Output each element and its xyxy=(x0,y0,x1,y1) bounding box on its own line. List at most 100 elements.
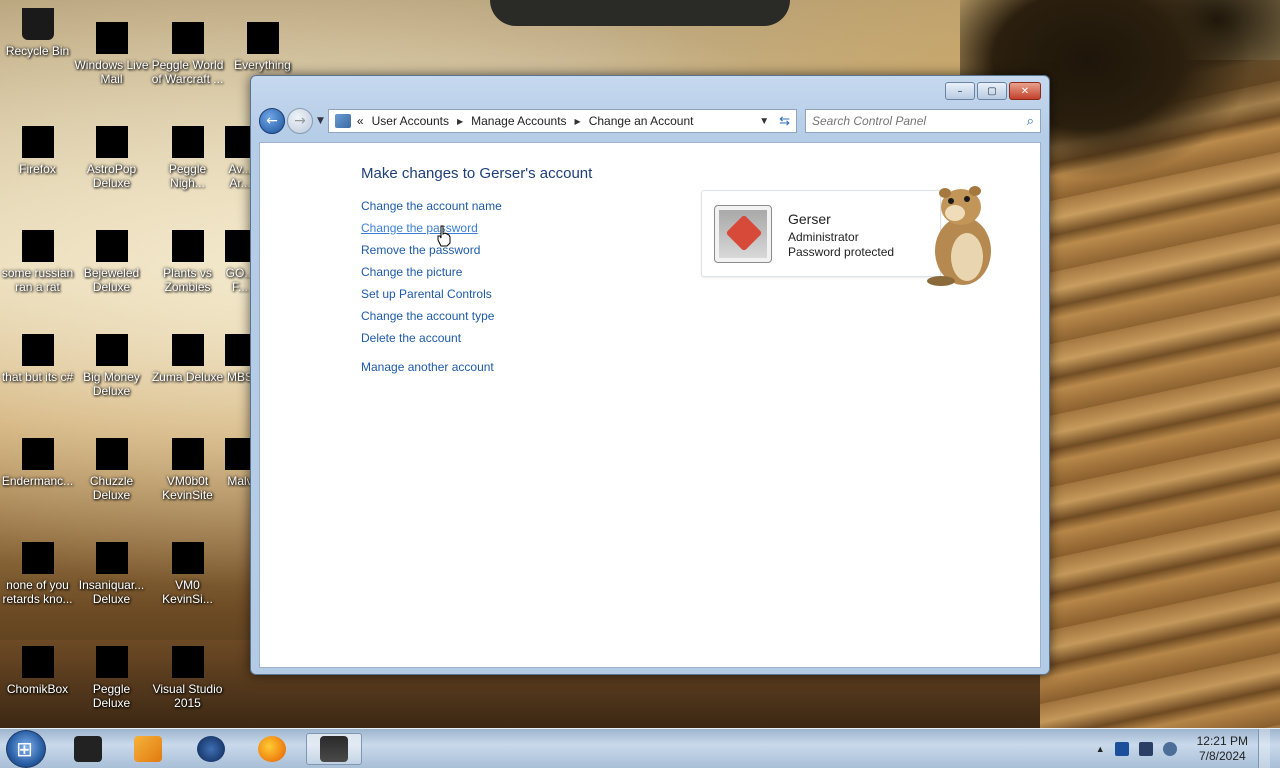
tray-expand-icon[interactable]: ▲ xyxy=(1096,744,1105,754)
content-pane: Make changes to Gerser's account Change … xyxy=(259,142,1041,668)
globe-icon xyxy=(197,736,225,762)
desktop-icon-label: Recycle Bin xyxy=(5,44,70,58)
link-change-picture[interactable]: Change the picture xyxy=(361,264,502,286)
desktop-icon-peggle-nights[interactable]: Peggle Nigh... xyxy=(150,126,225,190)
back-button[interactable]: ← xyxy=(259,108,285,134)
desktop-icon-label: Plants vs Zombies xyxy=(163,266,212,294)
minimize-button[interactable]: – xyxy=(945,82,975,100)
breadcrumb-overflow[interactable]: « xyxy=(357,114,364,128)
taskbar-item-media-player[interactable] xyxy=(120,733,176,765)
desktop-icon-visual-studio[interactable]: Visual Studio 2015 xyxy=(150,646,225,710)
search-app-icon xyxy=(246,22,279,54)
clock-time: 12:21 PM xyxy=(1196,734,1248,748)
breadcrumb-manage-accounts[interactable]: Manage Accounts xyxy=(471,114,566,128)
desktop-icon-big-money[interactable]: Big Money Deluxe xyxy=(74,334,149,398)
taskbar-item-firefox[interactable] xyxy=(244,733,300,765)
desktop-icon-chuzzle[interactable]: Chuzzle Deluxe xyxy=(74,438,149,502)
control-panel-icon xyxy=(334,114,351,128)
account-status: Password protected xyxy=(788,245,895,259)
desktop-icon-label: VM0b0t KevinSite xyxy=(162,474,213,502)
desktop-icon-label: Peggle World of Warcraft ... xyxy=(151,58,224,86)
desktop-icon-russian-rat[interactable]: some russian ran a rat xyxy=(0,230,75,294)
desktop-icon-plants-vs-zombies[interactable]: Plants vs Zombies xyxy=(150,230,225,294)
desktop-icon-firefox[interactable]: Firefox xyxy=(0,126,75,176)
search-input[interactable] xyxy=(812,114,1027,128)
navigation-bar: ← → ▼ « User Accounts ▶ Manage Accounts … xyxy=(259,106,1041,136)
desktop-icon-astropop[interactable]: AstroPop Deluxe xyxy=(74,126,149,190)
desktop-icon-label: Firefox xyxy=(19,162,56,176)
origami-crane-icon xyxy=(719,210,767,258)
desktop-icon-that-but-csharp[interactable]: that but its c# xyxy=(0,334,75,384)
address-dropdown-icon[interactable]: ▼ xyxy=(759,116,769,127)
game-icon xyxy=(171,126,204,158)
firefox-icon xyxy=(21,126,54,158)
clock-date: 7/8/2024 xyxy=(1198,749,1246,763)
desktop-icon-label: Windows Live Mail xyxy=(74,58,149,86)
search-box[interactable]: ⌕ xyxy=(805,109,1041,133)
breadcrumb-separator-icon[interactable]: ▶ xyxy=(575,117,581,126)
file-icon xyxy=(21,542,54,574)
recent-pages-dropdown[interactable]: ▼ xyxy=(317,116,324,126)
close-button[interactable]: ✕ xyxy=(1009,82,1041,100)
taskbar: ▲ 12:21 PM 7/8/2024 xyxy=(0,728,1280,768)
link-change-account-name[interactable]: Change the account name xyxy=(361,198,502,220)
system-tray: ▲ 12:21 PM 7/8/2024 xyxy=(1096,729,1270,768)
network-icon[interactable] xyxy=(1138,742,1153,756)
desktop-icon-chomikbox[interactable]: ChomikBox xyxy=(0,646,75,696)
link-manage-another-account[interactable]: Manage another account xyxy=(361,359,502,381)
desktop-icon-bejeweled[interactable]: Bejeweled Deluxe xyxy=(74,230,149,294)
desktop-icon-vm0-kevinsite[interactable]: VM0 KevinSi... xyxy=(150,542,225,606)
account-card: Gerser Administrator Password protected xyxy=(701,190,941,277)
desktop-icon-label: Zuma Deluxe xyxy=(151,370,224,384)
security-shield-icon[interactable] xyxy=(1114,742,1129,756)
taskbar-item-globe[interactable] xyxy=(183,733,239,765)
desktop-icon-label: Bejeweled Deluxe xyxy=(83,266,140,294)
game-icon xyxy=(95,230,128,262)
show-desktop-button[interactable] xyxy=(1258,729,1270,768)
desktop-icon-windows-live-mail[interactable]: Windows Live Mail xyxy=(74,22,149,86)
file-icon xyxy=(21,334,54,366)
desktop-icon-endermanch[interactable]: Endermanc... xyxy=(0,438,75,488)
desktop-icon-label: Big Money Deluxe xyxy=(83,370,140,398)
maximize-button[interactable]: ▢ xyxy=(977,82,1007,100)
terminal-icon xyxy=(74,736,102,762)
game-icon xyxy=(95,646,128,678)
desktop-icon-everything[interactable]: Everything xyxy=(225,22,300,72)
desktop-icon-label: AstroPop Deluxe xyxy=(86,162,137,190)
desktop-icon-zuma[interactable]: Zuma Deluxe xyxy=(150,334,225,384)
volume-icon[interactable] xyxy=(1162,742,1177,756)
taskbar-item-control-panel[interactable] xyxy=(306,733,362,765)
control-panel-icon xyxy=(320,736,348,762)
refresh-icon[interactable]: ⇆ xyxy=(779,113,790,129)
firefox-icon xyxy=(258,736,286,762)
desktop-icon-insaniquarium[interactable]: Insaniquar... Deluxe xyxy=(74,542,149,606)
forward-button[interactable]: → xyxy=(287,108,313,134)
desktop-icon-peggle-deluxe[interactable]: Peggle Deluxe xyxy=(74,646,149,710)
address-bar-actions: ▼ ⇆ xyxy=(759,113,796,129)
address-bar[interactable]: « User Accounts ▶ Manage Accounts ▶ Chan… xyxy=(327,109,797,133)
visual-studio-icon xyxy=(171,646,204,678)
desktop-icon-peggle-wow[interactable]: Peggle World of Warcraft ... xyxy=(150,22,225,86)
breadcrumb-separator-icon[interactable]: ▶ xyxy=(457,117,463,126)
avatar xyxy=(714,205,772,263)
breadcrumb-change-an-account[interactable]: Change an Account xyxy=(589,114,694,128)
link-change-password[interactable]: Change the password xyxy=(361,220,502,242)
link-delete-account[interactable]: Delete the account xyxy=(361,330,502,352)
desktop-icon-recycle-bin[interactable]: Recycle Bin xyxy=(0,8,75,58)
link-parental-controls[interactable]: Set up Parental Controls xyxy=(361,286,502,308)
recycle-bin-icon xyxy=(21,8,54,40)
link-change-account-type[interactable]: Change the account type xyxy=(361,308,502,330)
clock[interactable]: 12:21 PM 7/8/2024 xyxy=(1197,734,1248,764)
desktop-icon-label: that but its c# xyxy=(1,370,74,384)
arrow-right-icon: → xyxy=(294,113,306,129)
control-panel-window[interactable]: – ▢ ✕ ← → ▼ « User Accounts ▶ Manage Acc… xyxy=(250,75,1050,675)
game-icon xyxy=(95,438,128,470)
breadcrumb-user-accounts[interactable]: User Accounts xyxy=(372,114,449,128)
search-icon[interactable]: ⌕ xyxy=(1027,113,1034,129)
link-remove-password[interactable]: Remove the password xyxy=(361,242,502,264)
start-button[interactable] xyxy=(6,730,46,768)
desktop-icon-none-of-you[interactable]: none of you retards kno... xyxy=(0,542,75,606)
desktop-icon-label: Peggle Deluxe xyxy=(92,682,131,710)
desktop-icon-vm0b0t[interactable]: VM0b0t KevinSite xyxy=(150,438,225,502)
taskbar-item-terminal[interactable] xyxy=(60,733,116,765)
